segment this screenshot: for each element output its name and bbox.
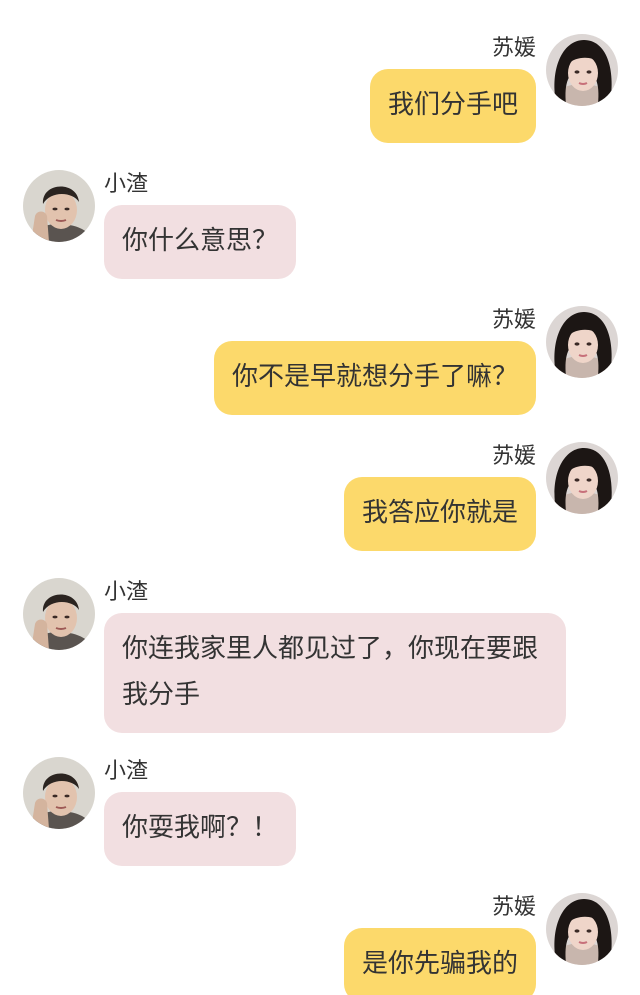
message-bubble[interactable]: 你不是早就想分手了嘛？ bbox=[213, 341, 536, 415]
message-row: 小渣 你什么意思？ bbox=[0, 170, 640, 280]
avatar-woman-icon[interactable] bbox=[546, 306, 618, 378]
message-row: 小渣 你耍我啊？！ bbox=[0, 757, 640, 867]
avatar-man-icon[interactable] bbox=[23, 757, 95, 829]
avatar-woman-icon[interactable] bbox=[546, 34, 618, 106]
avatar-woman-icon[interactable] bbox=[546, 893, 618, 965]
sender-name: 苏媛 bbox=[491, 308, 536, 333]
chat-conversation: 苏媛 我们分手吧 小渣 你什么意思？ 苏媛 你不是早就想分手了嘛？ 苏媛 我答应… bbox=[0, 0, 640, 995]
message-row: 小渣 你连我家里人都见过了，你现在要跟我分手 bbox=[0, 578, 640, 733]
avatar-man-icon[interactable] bbox=[23, 170, 95, 242]
message-row: 苏媛 你不是早就想分手了嘛？ bbox=[0, 306, 640, 416]
message-bubble[interactable]: 你耍我啊？！ bbox=[104, 792, 297, 866]
message-row: 苏媛 我答应你就是 bbox=[0, 442, 640, 552]
message-bubble[interactable]: 我答应你就是 bbox=[343, 477, 536, 551]
sender-name: 苏媛 bbox=[491, 36, 536, 61]
avatar-man-icon[interactable] bbox=[23, 578, 95, 650]
message-bubble[interactable]: 我们分手吧 bbox=[369, 69, 536, 143]
sender-name: 小渣 bbox=[104, 580, 149, 605]
sender-name: 小渣 bbox=[104, 172, 149, 197]
message-bubble[interactable]: 你连我家里人都见过了，你现在要跟我分手 bbox=[104, 613, 566, 733]
sender-name: 苏媛 bbox=[491, 444, 536, 469]
avatar-woman-icon[interactable] bbox=[546, 442, 618, 514]
sender-name: 苏媛 bbox=[491, 895, 536, 920]
message-row: 苏媛 是你先骗我的 bbox=[0, 893, 640, 995]
message-bubble[interactable]: 是你先骗我的 bbox=[343, 928, 536, 995]
message-row: 苏媛 我们分手吧 bbox=[0, 34, 640, 144]
message-bubble[interactable]: 你什么意思？ bbox=[104, 205, 297, 279]
sender-name: 小渣 bbox=[104, 759, 149, 784]
